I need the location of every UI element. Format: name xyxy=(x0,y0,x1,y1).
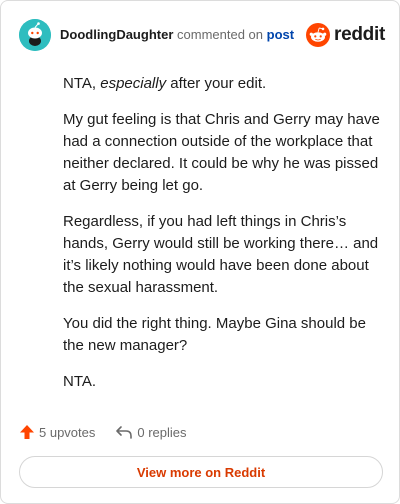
reddit-logo-icon xyxy=(306,23,331,47)
upvote-arrow-icon xyxy=(20,425,34,439)
reddit-wordmark: reddit xyxy=(334,24,385,45)
comment-paragraph: NTA. xyxy=(63,373,97,390)
commented-on-text: commented on xyxy=(177,27,264,42)
comment-paragraph: Regardless, if you had left things in Ch… xyxy=(63,213,379,296)
comment-header: DoodlingDaughter commented on post reddi… xyxy=(19,19,385,51)
comment-meta: DoodlingDaughter commented on post xyxy=(60,27,294,43)
reddit-brand[interactable]: reddit xyxy=(306,23,385,47)
reply-count: 0 replies xyxy=(137,424,187,440)
comment-paragraph: My gut feeling is that Chris and Gerry m… xyxy=(63,111,380,194)
comment-text: after your edit. xyxy=(166,75,267,92)
reply-arrow-icon xyxy=(116,426,133,439)
comment-emphasis: especially xyxy=(100,75,167,92)
snoo-avatar-icon xyxy=(19,19,51,51)
avatar[interactable] xyxy=(19,19,51,51)
view-more-on-reddit-button[interactable]: View more on Reddit xyxy=(19,456,383,488)
comment-embed-card: DoodlingDaughter commented on post reddi… xyxy=(0,0,400,504)
reply-button[interactable]: 0 replies xyxy=(115,424,187,440)
upvote-button[interactable]: 5 upvotes xyxy=(19,424,95,440)
comment-text: NTA, xyxy=(63,75,101,92)
comment-body: NTA, especially after your edit. My gut … xyxy=(63,73,383,407)
post-link[interactable]: post xyxy=(267,27,294,42)
comment-actions: 5 upvotes 0 replies xyxy=(19,422,207,442)
comment-paragraph: You did the right thing. Maybe Gina shou… xyxy=(63,315,366,354)
upvote-count: 5 upvotes xyxy=(39,424,96,440)
comment-paragraph: NTA, especially after your edit. xyxy=(63,73,383,95)
username-link[interactable]: DoodlingDaughter xyxy=(60,27,173,42)
